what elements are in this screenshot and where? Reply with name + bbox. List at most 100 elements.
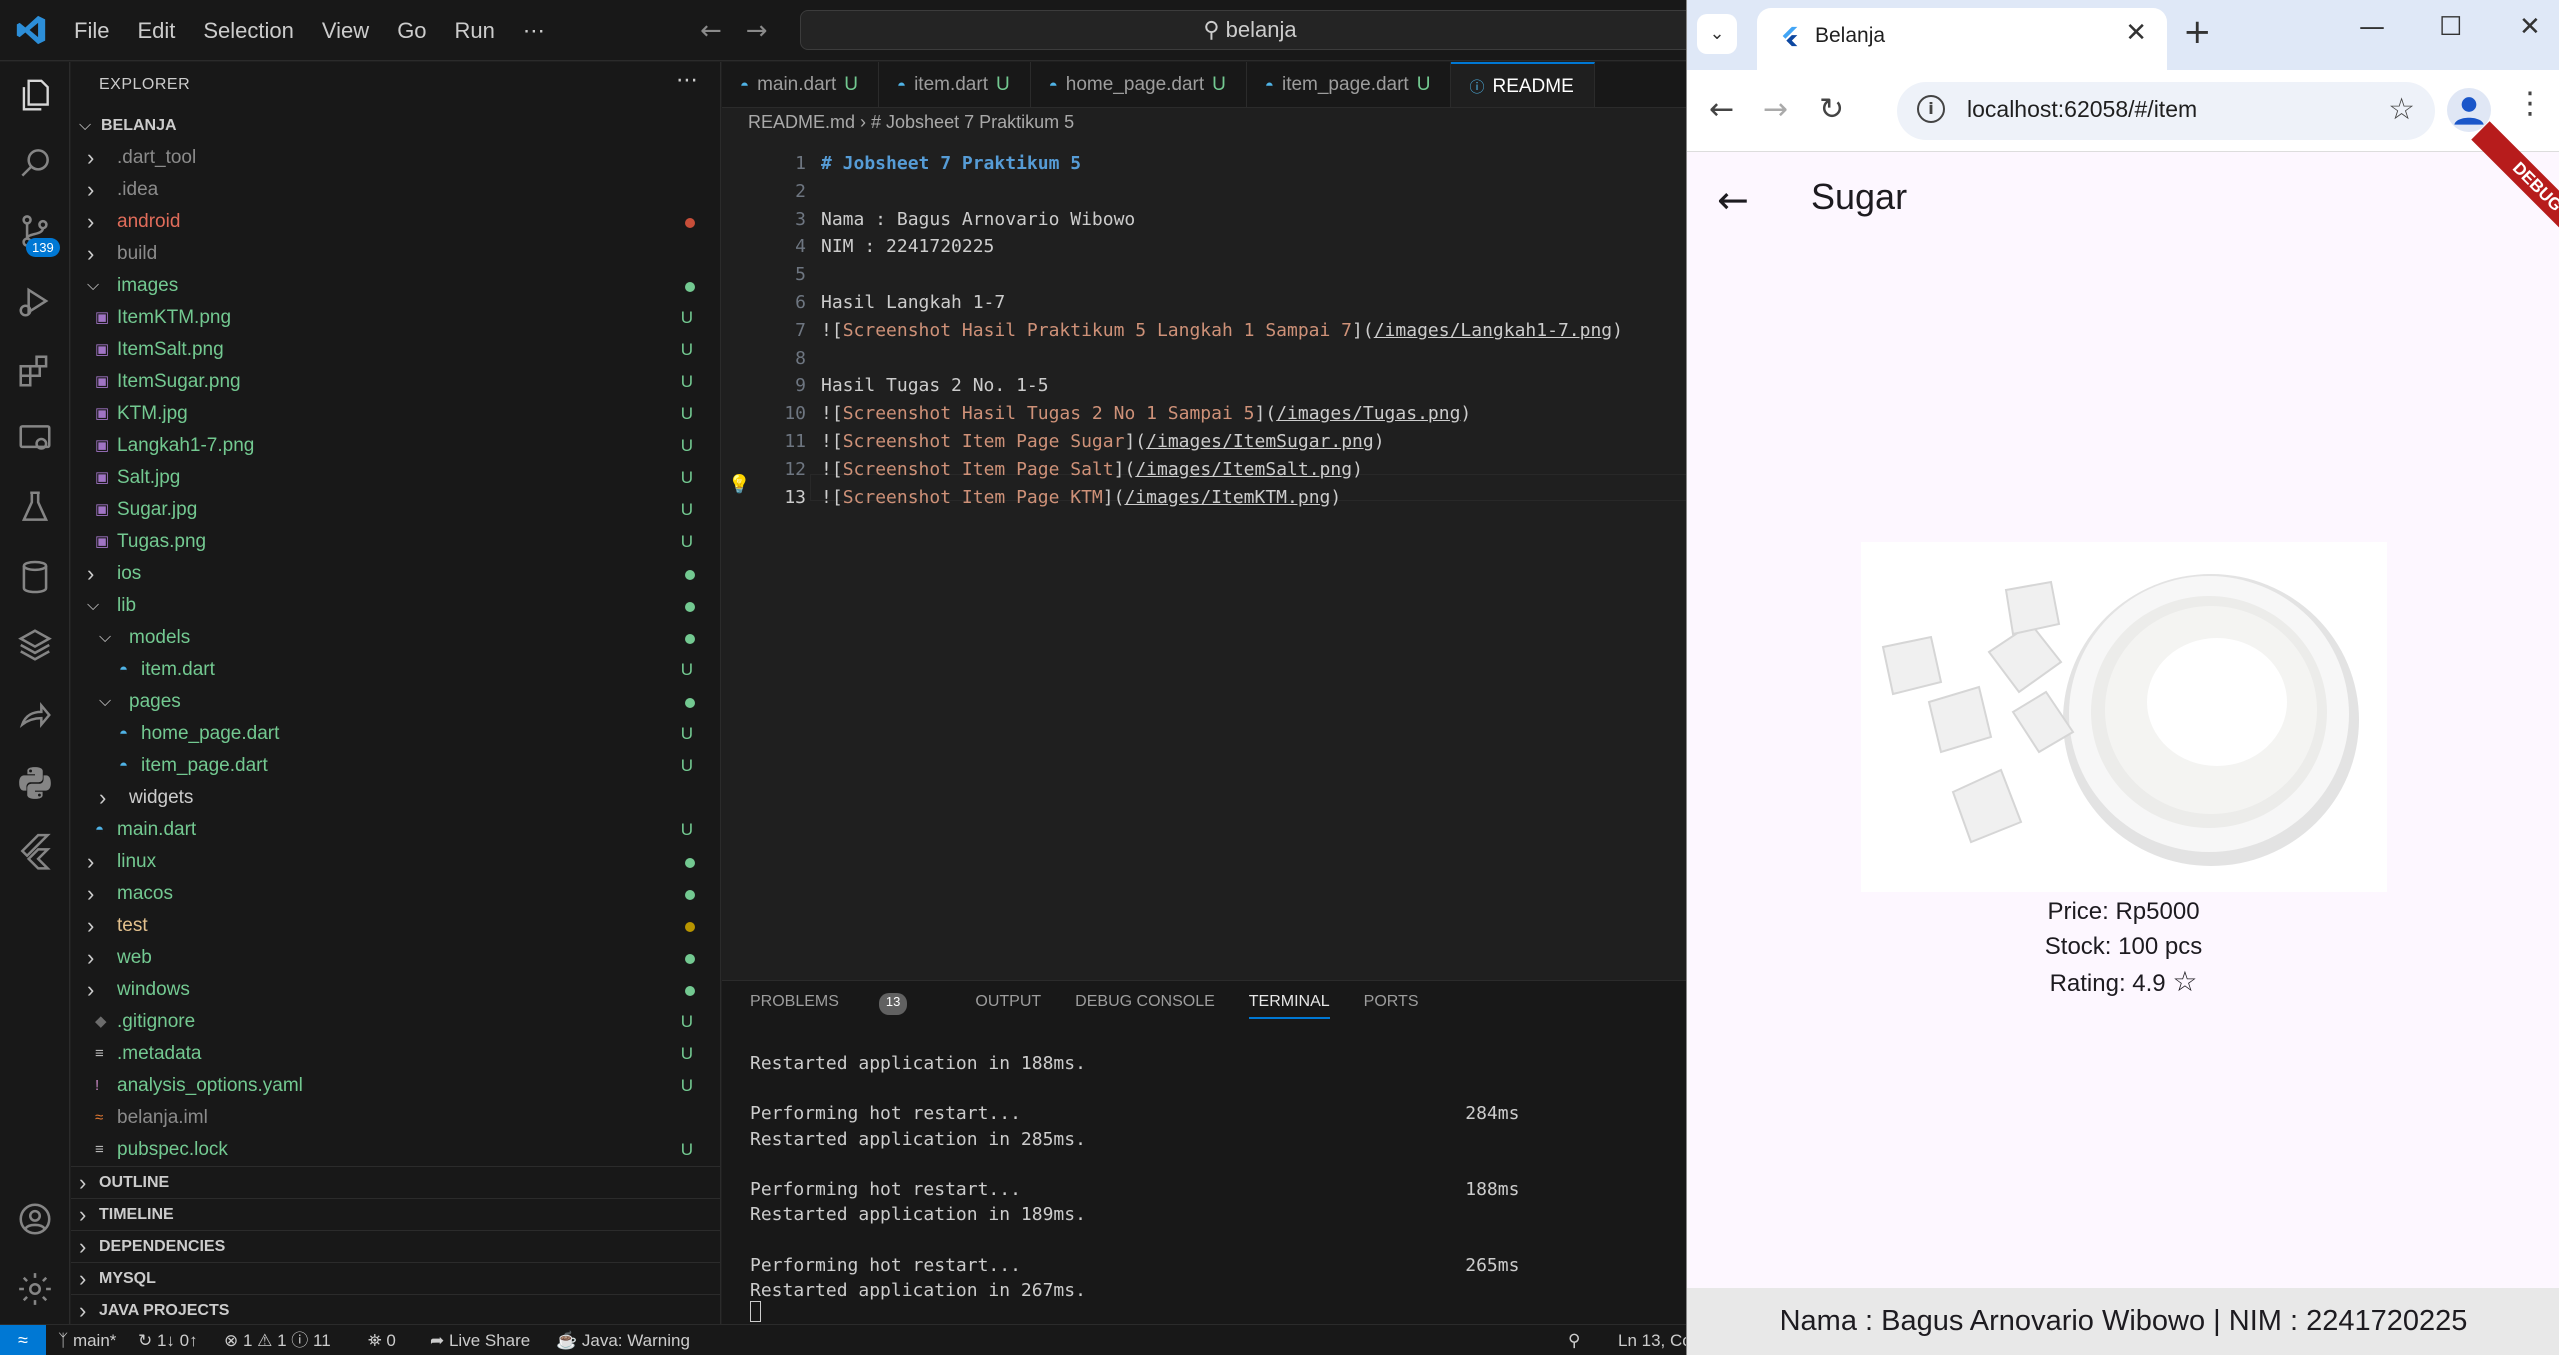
menu-run[interactable]: Run <box>441 18 509 44</box>
more-actions-icon[interactable]: ⋯ <box>676 68 698 93</box>
breadcrumb[interactable]: README.md › # Jobsheet 7 Praktikum 5 <box>748 112 1074 133</box>
menu-file[interactable]: File <box>60 18 123 44</box>
tree-file[interactable]: ◓ home_page.dart U <box>71 718 721 750</box>
menu-go[interactable]: Go <box>383 18 440 44</box>
tree-folder[interactable]: › macos <box>71 878 721 910</box>
address-bar[interactable]: i localhost:62058/#/item ☆ <box>1897 82 2435 140</box>
image-link[interactable]: /images/ItemSalt.png <box>1135 459 1352 480</box>
problems-status[interactable]: ⊗ 1 ⚠ 1 ⓘ 11 <box>224 1325 331 1355</box>
bookmark-star-icon[interactable]: ☆ <box>2388 92 2415 127</box>
tree-file[interactable]: ◆ .gitignore U <box>71 1006 721 1038</box>
menu-more[interactable]: ⋯ <box>509 18 559 44</box>
chevron-right-icon[interactable]: › <box>87 238 94 270</box>
tree-file[interactable]: ▣ Salt.jpg U <box>71 462 721 494</box>
section-timeline[interactable]: TIMELINE <box>71 1198 721 1231</box>
tab-problems[interactable]: PROBLEMS 13 <box>750 993 941 1019</box>
close-tab-icon[interactable]: ✕ <box>2125 18 2147 48</box>
tree-folder[interactable]: › build <box>71 238 721 270</box>
image-link[interactable]: /images/ItemKTM.png <box>1124 487 1330 508</box>
browser-menu-icon[interactable]: ⋮ <box>2515 86 2545 121</box>
tree-file[interactable]: ▣ ItemSalt.png U <box>71 334 721 366</box>
tree-folder[interactable]: ⌵ pages <box>71 686 721 718</box>
tree-file[interactable]: ▣ KTM.jpg U <box>71 398 721 430</box>
tree-file[interactable]: ≡ pubspec.lock U <box>71 1134 721 1166</box>
code-editor[interactable]: 💡 1 # Jobsheet 7 Praktikum 5 2 3 Nama : Bagu… <box>722 140 1690 980</box>
chevron-right-icon[interactable]: › <box>87 942 94 974</box>
tree-folder[interactable]: › web <box>71 942 721 974</box>
back-arrow-icon[interactable]: ← <box>1709 92 1734 127</box>
zoom-icon[interactable]: ⚲ <box>1568 1325 1580 1355</box>
command-center-search[interactable]: ⚲ belanja <box>800 10 1700 50</box>
editor-tab[interactable]: ◓ main.dart U <box>722 62 879 107</box>
account-icon[interactable] <box>14 1198 56 1240</box>
workspace-root[interactable]: ⌵ BELANJA <box>71 110 721 142</box>
tree-file[interactable]: ! analysis_options.yaml U <box>71 1070 721 1102</box>
ports-status[interactable]: ⛯ 0 <box>368 1325 396 1355</box>
search-icon[interactable] <box>14 142 56 184</box>
new-tab-icon[interactable]: + <box>2183 12 2212 52</box>
minimize-icon[interactable]: — <box>2359 12 2385 42</box>
section-outline[interactable]: OUTLINE <box>71 1166 721 1199</box>
editor-tab[interactable]: ◓ item.dart U <box>879 62 1031 107</box>
cursor-position[interactable]: Ln 13, Co <box>1618 1325 1692 1355</box>
tree-file[interactable]: ▣ Sugar.jpg U <box>71 494 721 526</box>
chevron-down-icon[interactable]: ⌵ <box>99 622 111 654</box>
chevron-down-icon[interactable]: ⌵ <box>87 270 99 302</box>
run-debug-icon[interactable] <box>14 280 56 322</box>
forward-arrow-icon[interactable]: → <box>1763 92 1788 127</box>
editor-tab[interactable]: ⓘ README <box>1451 62 1595 107</box>
testing-flask-icon[interactable] <box>14 486 56 528</box>
tree-folder[interactable]: › test <box>71 910 721 942</box>
maximize-icon[interactable]: ☐ <box>2439 12 2462 42</box>
chevron-down-icon[interactable]: ⌵ <box>99 686 111 718</box>
forward-arrow-icon[interactable]: → <box>746 16 768 46</box>
chevron-right-icon[interactable]: › <box>87 558 94 590</box>
browser-tab[interactable]: Belanja ✕ <box>1757 8 2167 70</box>
tab-terminal[interactable]: TERMINAL <box>1248 993 1330 1019</box>
layers-icon[interactable] <box>14 624 56 666</box>
chevron-right-icon[interactable]: › <box>87 910 94 942</box>
editor-tab[interactable]: ◓ item_page.dart U <box>1247 62 1452 107</box>
back-arrow-icon[interactable]: ← <box>700 16 722 46</box>
image-link[interactable]: /images/ItemSugar.png <box>1146 431 1374 452</box>
close-window-icon[interactable]: ✕ <box>2519 12 2541 42</box>
remote-indicator-icon[interactable]: ≈ <box>0 1325 46 1355</box>
sync-status[interactable]: ↻ 1↓ 0↑ <box>138 1325 198 1355</box>
site-info-icon[interactable]: i <box>1917 95 1945 123</box>
tree-folder[interactable]: › linux <box>71 846 721 878</box>
menu-edit[interactable]: Edit <box>123 18 189 44</box>
tree-file[interactable]: ▣ ItemKTM.png U <box>71 302 721 334</box>
chevron-right-icon[interactable]: › <box>87 974 94 1006</box>
explorer-icon[interactable] <box>14 74 56 116</box>
menu-view[interactable]: View <box>308 18 383 44</box>
tree-file[interactable]: ◓ item_page.dart U <box>71 750 721 782</box>
section-mysql[interactable]: MYSQL <box>71 1262 721 1295</box>
tree-folder[interactable]: › .dart_tool <box>71 142 721 174</box>
gear-icon[interactable] <box>14 1268 56 1310</box>
image-link[interactable]: /images/Tugas.png <box>1276 403 1460 424</box>
chevron-right-icon[interactable]: › <box>87 142 94 174</box>
tab-debug-console[interactable]: DEBUG CONSOLE <box>1075 993 1215 1019</box>
tab-search-chevron-icon[interactable]: ⌄ <box>1697 14 1737 54</box>
chevron-right-icon[interactable]: › <box>87 846 94 878</box>
tab-ports[interactable]: PORTS <box>1364 993 1419 1019</box>
java-status[interactable]: ☕ Java: Warning <box>556 1325 690 1355</box>
tree-file[interactable]: ▣ Langkah1-7.png U <box>71 430 721 462</box>
database-icon[interactable] <box>14 556 56 598</box>
chevron-down-icon[interactable]: ⌵ <box>87 590 99 622</box>
tree-folder[interactable]: › widgets <box>71 782 721 814</box>
tree-folder[interactable]: › ios <box>71 558 721 590</box>
section-java-projects[interactable]: JAVA PROJECTS <box>71 1294 721 1327</box>
back-arrow-icon[interactable]: ← <box>1717 178 1749 222</box>
terminal-output[interactable]: Restarted application in 188ms. Performin… <box>750 1051 1650 1303</box>
chevron-right-icon[interactable]: › <box>87 174 94 206</box>
chevron-right-icon[interactable]: › <box>87 878 94 910</box>
extensions-icon[interactable] <box>14 350 56 392</box>
live-share-icon[interactable] <box>14 694 56 736</box>
tree-file[interactable]: ◓ item.dart U <box>71 654 721 686</box>
chevron-down-icon[interactable]: ⌵ <box>79 110 91 142</box>
tree-folder[interactable]: ⌵ lib <box>71 590 721 622</box>
tree-folder[interactable]: ⌵ models <box>71 622 721 654</box>
reload-icon[interactable]: ↻ <box>1819 92 1844 127</box>
tree-file[interactable]: ≡ .metadata U <box>71 1038 721 1070</box>
